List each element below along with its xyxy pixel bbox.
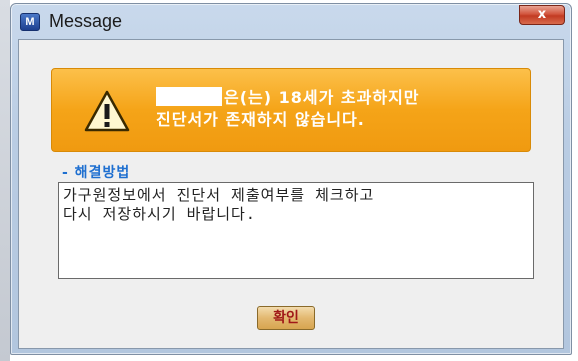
warning-banner: 은(는) 18세가 초과하지만 진단서가 존재하지 않습니다.: [51, 68, 531, 152]
title-bar[interactable]: Message x: [11, 4, 571, 38]
background-app-edge: [0, 0, 10, 361]
close-icon: x: [537, 7, 547, 22]
warning-icon: [84, 90, 130, 132]
app-icon: [20, 13, 40, 31]
resolution-textarea[interactable]: 가구원정보에서 진단서 제출여부를 체크하고 다시 저장하시기 바랍니다.: [58, 182, 534, 279]
resolution-line-2: 다시 저장하시기 바랍니다.: [63, 205, 256, 223]
redacted-name: [156, 87, 222, 106]
warning-message: 은(는) 18세가 초과하지만 진단서가 존재하지 않습니다.: [156, 87, 420, 131]
message-dialog: Message x 은(는) 18세가 초과하지만 진단서가 존재하지 않습니다…: [10, 3, 572, 355]
resolution-line-1: 가구원정보에서 진단서 제출여부를 체크하고: [63, 186, 375, 204]
resolution-label: - 해결방법: [62, 165, 131, 181]
dialog-title: Message: [49, 11, 123, 31]
dialog-body: 은(는) 18세가 초과하지만 진단서가 존재하지 않습니다. - 해결방법 가…: [18, 39, 564, 349]
warning-line-1: 은(는) 18세가 초과하지만: [224, 88, 420, 107]
ok-button[interactable]: 확인: [257, 306, 315, 330]
warning-line-2: 진단서가 존재하지 않습니다.: [156, 110, 365, 129]
close-button[interactable]: x: [519, 5, 565, 25]
